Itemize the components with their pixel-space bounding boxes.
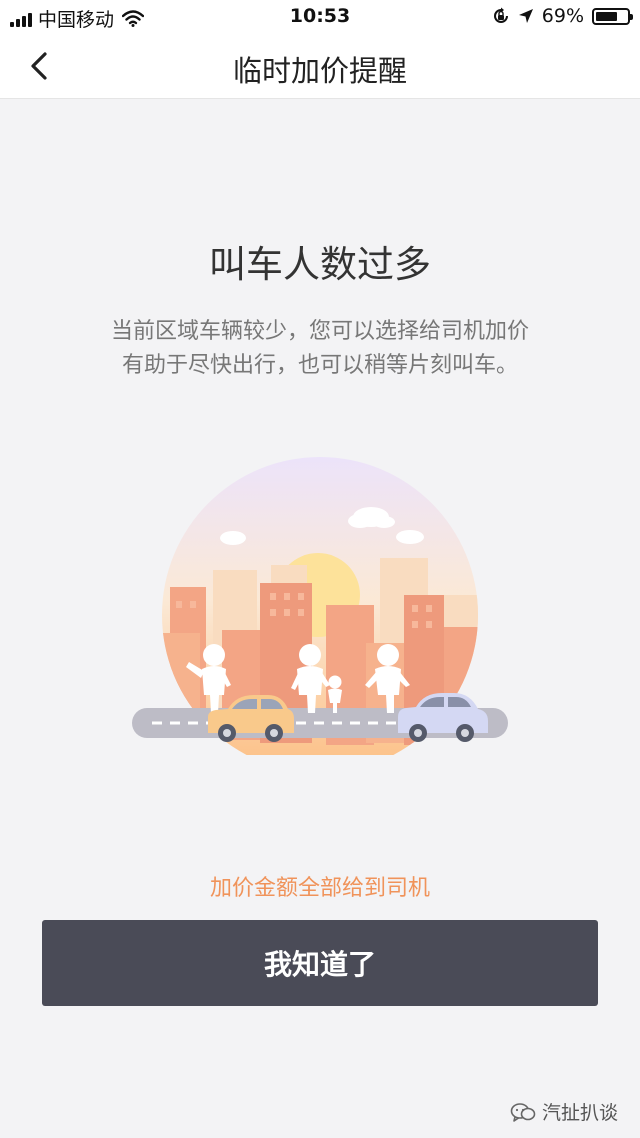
main-heading: 叫车人数过多 (209, 243, 431, 286)
confirm-button[interactable]: 我知道了 (42, 920, 598, 1006)
location-icon (518, 9, 533, 23)
description-line-2: 有助于尽快出行，也可以稍等片刻叫车。 (121, 353, 518, 378)
watermark: 汽扯扒谈 (510, 1098, 618, 1125)
wechat-icon (510, 1102, 536, 1122)
description-line-1: 当前区域车辆较少，您可以选择给司机加价 (110, 319, 529, 344)
fare-hint: 加价金额全部给到司机 (209, 876, 430, 901)
status-right: 69% (492, 5, 633, 27)
rotation-lock-icon (493, 7, 508, 23)
nav-bar: 临时加价提醒 (0, 34, 640, 99)
watermark-text: 汽扯扒谈 (541, 1102, 618, 1124)
battery-icon (592, 7, 633, 25)
status-bar: 中国移动 10:53 69% (0, 0, 640, 34)
battery-fill (596, 11, 617, 21)
page-title: 临时加价提醒 (232, 54, 407, 88)
city-street-illustration (132, 457, 508, 755)
battery-percent: 69% (541, 5, 584, 27)
